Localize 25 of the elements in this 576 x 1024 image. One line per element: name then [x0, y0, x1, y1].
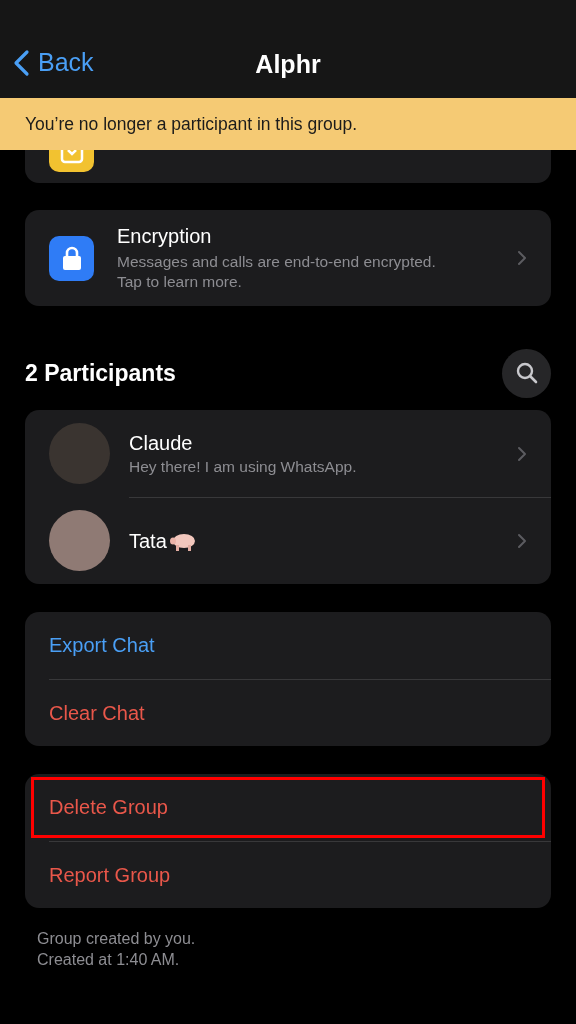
- action-button[interactable]: Report Group: [49, 841, 551, 908]
- footer-note: Group created by you.: [37, 930, 197, 948]
- action-button[interactable]: Delete Group: [49, 774, 551, 841]
- action-button[interactable]: Export Chat: [49, 612, 551, 679]
- participant-name[interactable]: Claude: [129, 431, 193, 455]
- lock-icon: [49, 235, 94, 281]
- chevron-icon: [517, 533, 527, 549]
- search-button[interactable]: [502, 348, 551, 398]
- action-button[interactable]: Clear Chat: [49, 679, 551, 746]
- back-chevron-icon: [12, 48, 30, 77]
- chevron-icon: [517, 445, 527, 462]
- notice-text: You’re no longer a participant in this group.: [25, 113, 358, 135]
- settings-row[interactable]: Encryption Messages and calls are end-to-end encrypted. Tap to learn more.: [25, 210, 551, 306]
- search-icon: [514, 361, 539, 385]
- footer-note: Created at 1:40 AM.: [37, 951, 181, 969]
- download-icon: [49, 150, 94, 172]
- screen-title: Alphr: [255, 50, 321, 79]
- row-description: Messages and calls are end-to-end encrypted. Tap to learn more.: [117, 251, 437, 292]
- section-title: 2 Participants: [25, 359, 176, 387]
- back-button[interactable]: Back: [12, 48, 94, 77]
- chevron-icon: [517, 250, 527, 266]
- participant-name[interactable]: Tata: [129, 529, 167, 553]
- row-label: Encryption: [117, 224, 213, 248]
- settings-row[interactable]: [25, 150, 551, 183]
- participant-status: Hey there! I am using WhatsApp.: [129, 457, 358, 476]
